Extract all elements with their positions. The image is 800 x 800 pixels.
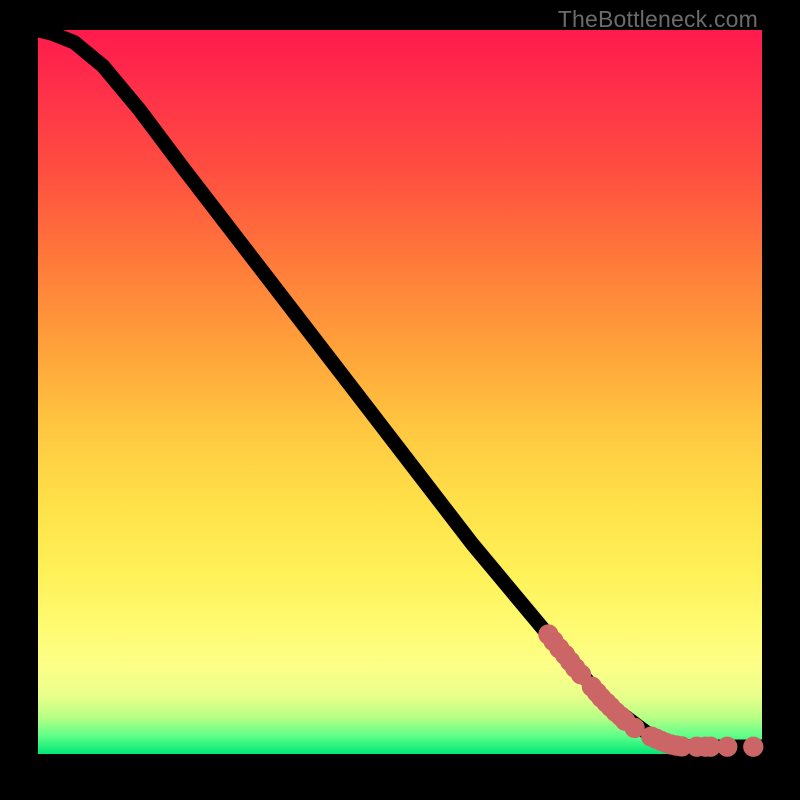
data-markers	[542, 628, 760, 753]
chart-overlay	[38, 30, 762, 754]
data-marker	[628, 721, 641, 734]
watermark-text: TheBottleneck.com	[558, 6, 758, 33]
curve-line	[38, 30, 762, 747]
data-marker	[704, 740, 717, 753]
data-marker	[675, 740, 688, 753]
chart-frame: TheBottleneck.com	[0, 0, 800, 800]
data-marker	[721, 740, 734, 753]
data-marker	[747, 740, 760, 753]
